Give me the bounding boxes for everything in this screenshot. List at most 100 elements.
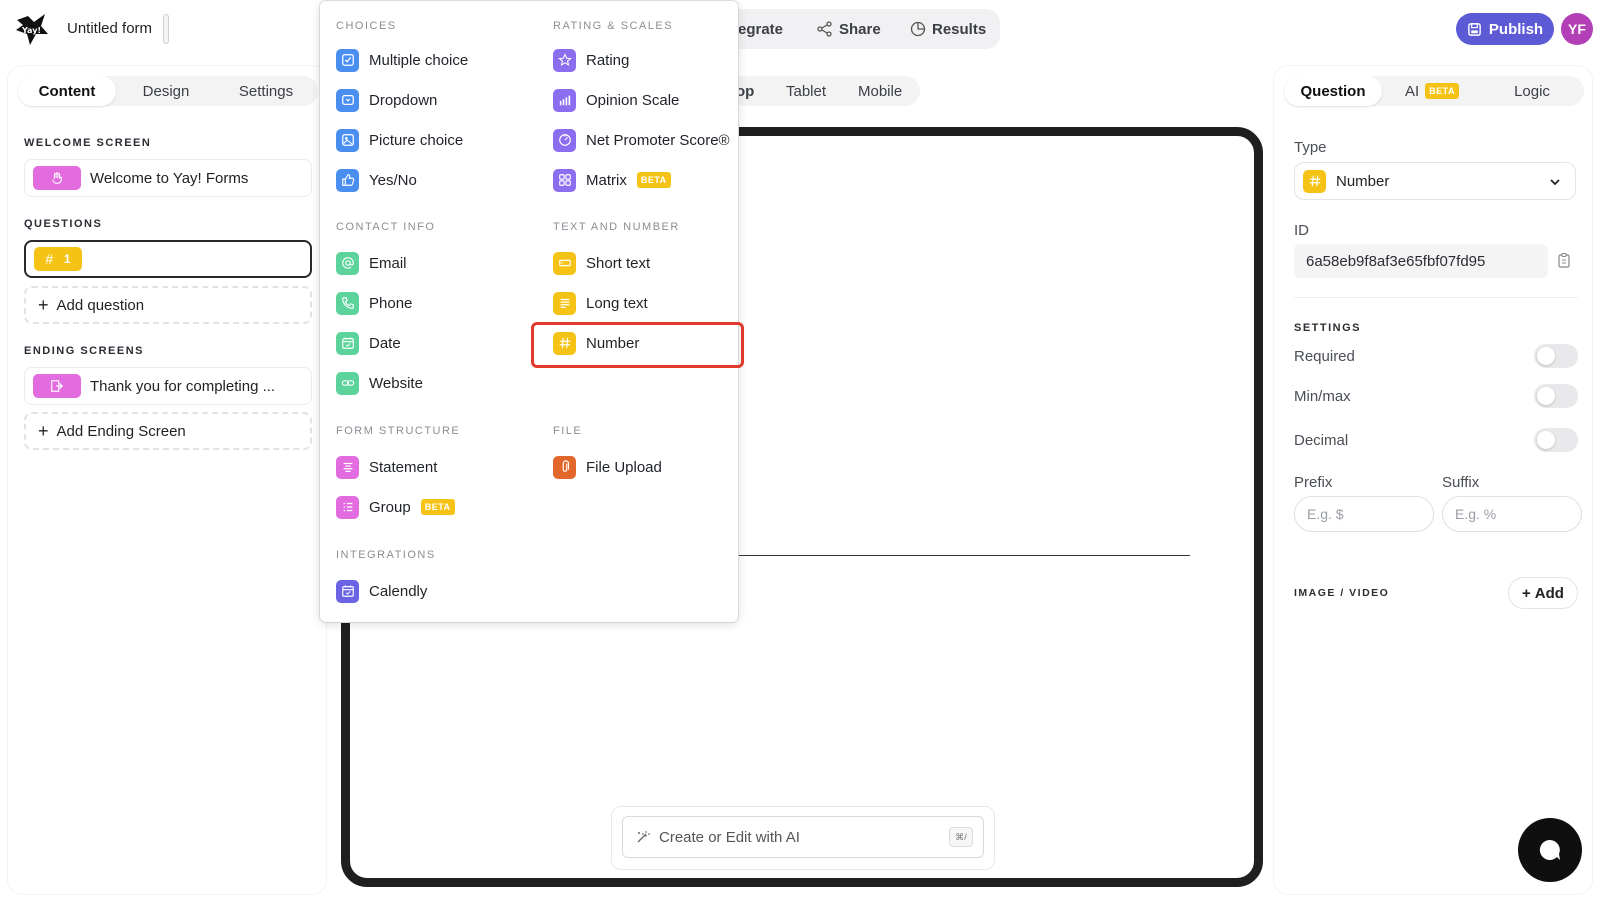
decimal-toggle[interactable]	[1534, 428, 1578, 452]
add-media-button[interactable]: + Add	[1508, 577, 1578, 609]
menu-item-label: Short text	[586, 254, 651, 272]
required-toggle[interactable]	[1534, 344, 1578, 368]
menu-heading-integrations: INTEGRATIONS	[336, 549, 436, 561]
menu-item-opinion-scale[interactable]: Opinion Scale	[553, 87, 679, 113]
share-label: Share	[839, 20, 881, 38]
menu-item-matrix[interactable]: Matrix BETA	[553, 167, 671, 193]
svg-text:Yay!: Yay!	[21, 26, 41, 35]
chat-support-button[interactable]	[1518, 818, 1582, 882]
decimal-label: Decimal	[1294, 432, 1349, 449]
question-card-number[interactable]: # 1	[24, 240, 312, 278]
suffix-label: Suffix	[1442, 474, 1480, 491]
menu-item-label: Multiple choice	[369, 51, 469, 69]
long-text-icon	[553, 291, 576, 315]
menu-item-statement[interactable]: Statement	[336, 454, 437, 480]
user-avatar[interactable]: YF	[1561, 13, 1593, 45]
tab-tablet[interactable]: Tablet	[786, 76, 826, 106]
tab-design[interactable]: Design	[116, 76, 216, 106]
menu-item-label: Email	[369, 254, 407, 272]
settings-heading: SETTINGS	[1294, 322, 1362, 334]
tab-ai-label: AI	[1404, 82, 1420, 100]
add-question-button[interactable]: + Add question	[24, 286, 312, 324]
paperclip-icon	[553, 455, 576, 479]
menu-item-picture-choice[interactable]: Picture choice	[336, 127, 463, 153]
menu-item-phone[interactable]: Phone	[336, 290, 412, 316]
menu-item-multiple-choice[interactable]: Multiple choice	[336, 47, 468, 73]
menu-item-short-text[interactable]: Short text	[553, 250, 650, 276]
shortcut-hint: ⌘/	[949, 827, 973, 847]
share-button[interactable]: Share	[817, 9, 881, 49]
menu-item-email[interactable]: Email	[336, 250, 407, 276]
menu-item-file-upload[interactable]: File Upload	[553, 454, 662, 480]
menu-heading-contact-info: CONTACT INFO	[336, 221, 436, 233]
menu-item-yes-no[interactable]: Yes/No	[336, 167, 417, 193]
tab-desktop[interactable]: op	[736, 76, 754, 106]
ending-screens-heading: ENDING SCREENS	[24, 345, 145, 357]
question-id-field[interactable]: 6a58eb9f8af3e65fbf07fd95	[1294, 244, 1548, 278]
divider	[1294, 297, 1578, 298]
menu-item-calendly[interactable]: Calendly	[336, 578, 427, 604]
plus-icon: +	[1522, 584, 1531, 602]
star-icon	[553, 48, 576, 72]
welcome-screen-heading: WELCOME SCREEN	[24, 137, 152, 149]
question-type-value: Number	[1336, 172, 1390, 190]
tab-mobile[interactable]: Mobile	[858, 76, 902, 106]
ai-prompt-input[interactable]: Create or Edit with AI ⌘/	[622, 816, 984, 858]
welcome-screen-label: Welcome to Yay! Forms	[90, 169, 249, 187]
results-button[interactable]: Results	[910, 9, 986, 49]
menu-item-label: Net Promoter Score®	[586, 131, 730, 149]
phone-icon	[336, 291, 359, 315]
publish-button[interactable]: Publish	[1456, 13, 1554, 45]
tab-question[interactable]: Question	[1284, 76, 1382, 106]
yay-forms-logo[interactable]: Yay!	[14, 12, 50, 48]
minmax-toggle[interactable]	[1534, 384, 1578, 408]
menu-item-long-text[interactable]: Long text	[553, 290, 648, 316]
tab-ai[interactable]: AI BETA	[1382, 76, 1482, 106]
question-type-select[interactable]: Number	[1294, 162, 1576, 200]
menu-item-rating[interactable]: Rating	[553, 47, 629, 73]
menu-item-label: File Upload	[586, 458, 662, 476]
menu-item-website[interactable]: Website	[336, 370, 423, 396]
device-tabs: op Tablet Mobile	[730, 76, 920, 106]
link-icon	[336, 371, 359, 395]
question-index: 1	[63, 252, 71, 266]
menu-item-label: Dropdown	[369, 91, 438, 109]
prefix-input[interactable]	[1294, 496, 1434, 532]
menu-item-dropdown[interactable]: Dropdown	[336, 87, 437, 113]
menu-item-label: Rating	[586, 51, 630, 69]
welcome-screen-card[interactable]: Welcome to Yay! Forms	[24, 159, 312, 197]
required-label: Required	[1294, 348, 1355, 365]
plus-icon: +	[38, 421, 49, 441]
tab-settings[interactable]: Settings	[216, 76, 316, 106]
menu-item-label: Statement	[369, 458, 438, 476]
menu-item-group[interactable]: Group BETA	[336, 494, 455, 520]
menu-item-label: Website	[369, 374, 423, 392]
bar-chart-icon	[553, 88, 576, 112]
tab-logic[interactable]: Logic	[1482, 76, 1582, 106]
tab-content[interactable]: Content	[18, 76, 116, 106]
form-title[interactable]: Untitled form	[67, 20, 152, 37]
menu-item-date[interactable]: Date	[336, 330, 401, 356]
gauge-icon	[553, 128, 576, 152]
suffix-input[interactable]	[1442, 496, 1582, 532]
menu-item-label: Yes/No	[369, 171, 417, 189]
menu-heading-choices: CHOICES	[336, 20, 397, 32]
beta-badge: BETA	[636, 172, 671, 188]
ending-screen-card[interactable]: Thank you for completing ...	[24, 367, 312, 405]
menu-item-net-promoter-score[interactable]: Net Promoter Score®	[553, 127, 730, 153]
integrate-button[interactable]: egrate	[738, 9, 783, 49]
hash-icon	[1303, 169, 1326, 193]
dropdown-icon	[336, 88, 359, 112]
add-ending-screen-button[interactable]: + Add Ending Screen	[24, 412, 312, 450]
answer-underline	[730, 555, 1190, 556]
title-edit-caret[interactable]	[163, 14, 169, 44]
add-ending-label: Add Ending Screen	[56, 422, 186, 440]
short-text-icon	[553, 251, 576, 275]
integrate-label: egrate	[738, 20, 784, 38]
add-media-label: Add	[1534, 584, 1564, 602]
menu-item-label: Long text	[586, 294, 648, 312]
prefix-label: Prefix	[1294, 474, 1333, 491]
exit-door-icon	[33, 374, 81, 398]
publish-label: Publish	[1488, 20, 1544, 38]
copy-clipboard-icon[interactable]	[1556, 252, 1572, 268]
